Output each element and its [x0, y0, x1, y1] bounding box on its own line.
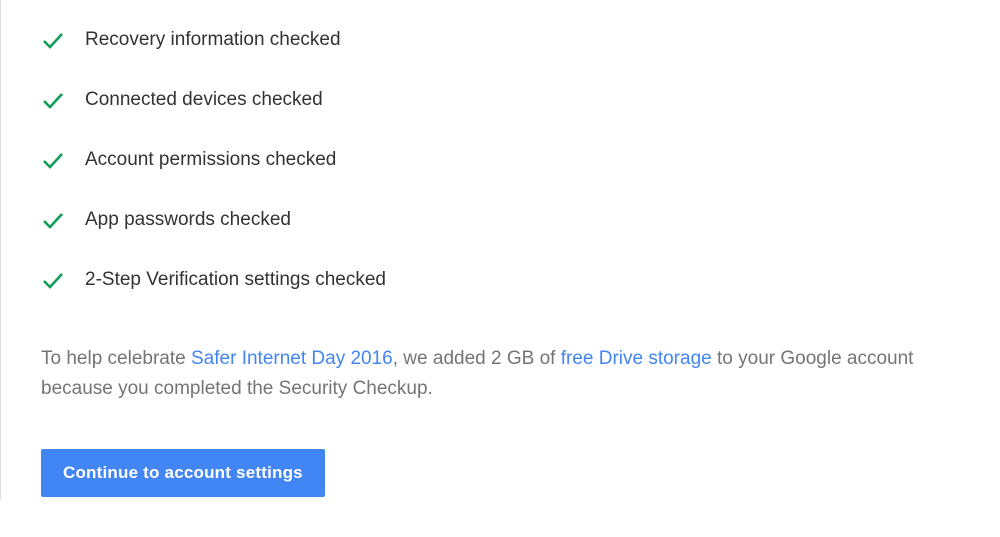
check-item-app-passwords: App passwords checked — [41, 208, 960, 232]
check-item-permissions: Account permissions checked — [41, 148, 960, 172]
check-item-recovery: Recovery information checked — [41, 28, 960, 52]
message-text: To help celebrate — [41, 348, 191, 369]
check-label: Recovery information checked — [85, 29, 341, 51]
check-label: 2-Step Verification settings checked — [85, 269, 386, 291]
checkmark-icon — [41, 208, 65, 232]
free-drive-storage-link[interactable]: free Drive storage — [561, 348, 712, 369]
safer-internet-day-link[interactable]: Safer Internet Day 2016 — [191, 348, 393, 369]
checkmark-icon — [41, 148, 65, 172]
check-item-devices: Connected devices checked — [41, 88, 960, 112]
checkmark-icon — [41, 268, 65, 292]
check-label: Connected devices checked — [85, 89, 323, 111]
message-text: , we added 2 GB of — [393, 348, 561, 369]
continue-to-account-settings-button[interactable]: Continue to account settings — [41, 449, 325, 497]
check-item-two-step: 2-Step Verification settings checked — [41, 268, 960, 292]
completion-message: To help celebrate Safer Internet Day 201… — [41, 344, 960, 405]
checkmark-icon — [41, 28, 65, 52]
security-checkup-panel: Recovery information checked Connected d… — [1, 0, 1000, 537]
checkup-list: Recovery information checked Connected d… — [41, 28, 960, 292]
checkmark-icon — [41, 88, 65, 112]
check-label: App passwords checked — [85, 209, 291, 231]
check-label: Account permissions checked — [85, 149, 336, 171]
